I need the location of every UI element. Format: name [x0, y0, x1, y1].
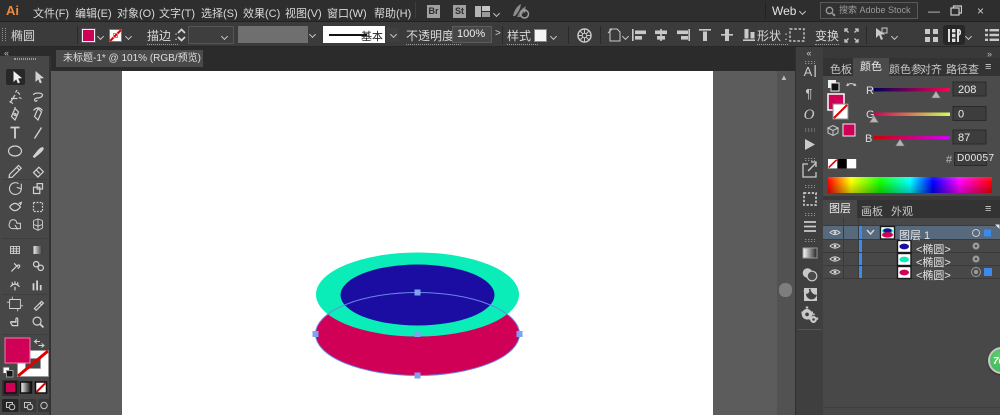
- svg-text:B: B: [865, 133, 872, 145]
- svg-text:«: «: [806, 48, 811, 58]
- svg-text:R: R: [866, 85, 874, 97]
- svg-text:A: A: [804, 64, 813, 79]
- svg-text:0: 0: [958, 109, 964, 121]
- svg-text:87: 87: [958, 132, 970, 144]
- svg-text:¶: ¶: [806, 86, 813, 101]
- svg-text:O: O: [804, 107, 815, 123]
- svg-text:208: 208: [958, 84, 976, 96]
